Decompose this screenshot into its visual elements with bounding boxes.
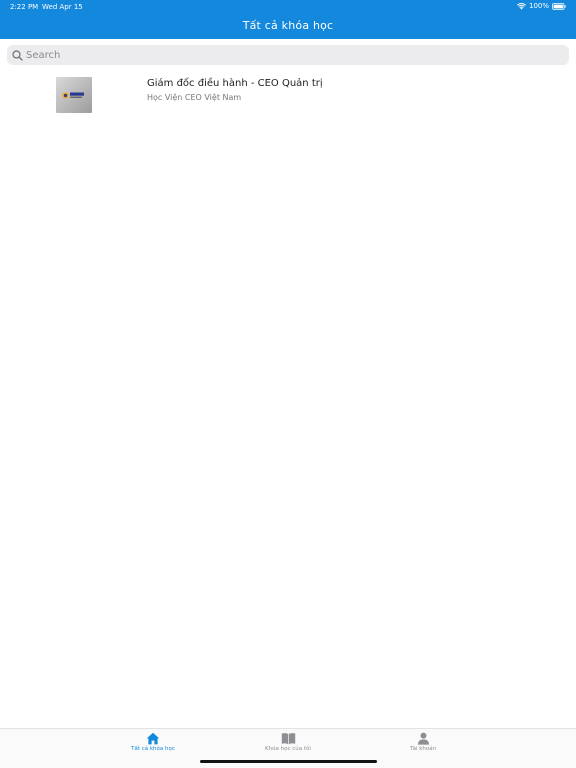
ceo-logo-image xyxy=(62,92,84,99)
header: 2:22 PM Wed Apr 15 100% Tất cả khóa học xyxy=(0,0,576,39)
status-right: 100% xyxy=(516,2,566,10)
search-bar[interactable] xyxy=(7,45,569,65)
tab-my-courses[interactable]: Khóa học của tôi xyxy=(243,732,333,752)
tab-label: Tất cả khóa học xyxy=(131,746,175,752)
page-title: Tất cả khóa học xyxy=(242,19,334,32)
home-icon xyxy=(108,732,198,745)
course-subtitle: Học Viện CEO Việt Nam xyxy=(147,93,242,102)
status-bar: 2:22 PM Wed Apr 15 100% xyxy=(0,0,576,14)
tab-account[interactable]: Tài khoản xyxy=(378,732,468,752)
course-title: Giám đốc điều hành - CEO Quản trị xyxy=(147,78,323,89)
tab-all-courses[interactable]: Tất cả khóa học xyxy=(108,732,198,752)
battery-icon xyxy=(552,2,566,10)
search-icon xyxy=(12,49,23,61)
battery-percent: 100% xyxy=(528,2,549,10)
home-indicator xyxy=(200,760,377,763)
status-date: Wed Apr 15 xyxy=(42,3,83,11)
course-thumbnail[interactable] xyxy=(56,77,92,113)
user-icon xyxy=(378,732,468,745)
status-time: 2:22 PM xyxy=(10,3,39,11)
book-icon xyxy=(243,732,333,745)
search-input[interactable] xyxy=(26,46,546,64)
wifi-icon xyxy=(516,2,526,10)
list-item[interactable]: Giám đốc điều hành - CEO Quản trị Học Vi… xyxy=(0,72,576,118)
tab-label: Khóa học của tôi xyxy=(265,746,311,752)
tab-label: Tài khoản xyxy=(409,746,437,752)
